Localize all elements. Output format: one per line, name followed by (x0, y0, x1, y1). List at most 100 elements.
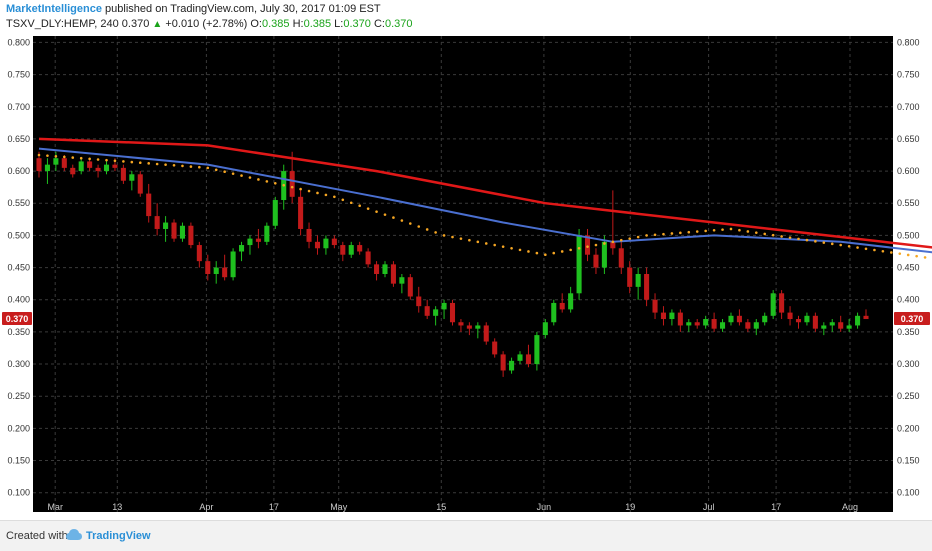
candle-body (424, 306, 430, 316)
dot-marker (890, 251, 893, 254)
dot-marker (122, 160, 125, 163)
candle-body (753, 322, 759, 329)
x-tick-label: Aug (842, 502, 858, 512)
dot-marker (341, 198, 345, 202)
dot-marker (425, 228, 429, 231)
candle-body (576, 235, 582, 294)
candle-body (787, 312, 793, 320)
dot-marker (459, 237, 463, 240)
dot-marker (273, 182, 277, 185)
y-tick-label-left: 0.200 (7, 423, 30, 433)
created-with-label: Created with (6, 530, 68, 542)
dot-marker (63, 155, 66, 159)
x-tick-label: 17 (269, 502, 279, 512)
dot-marker (518, 248, 522, 252)
x-tick-label: 17 (771, 502, 781, 512)
y-tick-label-left: 0.450 (7, 263, 30, 273)
candle-body (298, 196, 304, 229)
dot-marker (662, 232, 665, 236)
dot-marker (695, 230, 699, 233)
dot-marker (552, 251, 556, 255)
candle-body (677, 312, 683, 326)
y-tick-label-left: 0.600 (7, 166, 30, 176)
candle-body (382, 264, 388, 274)
dot-marker (738, 228, 741, 232)
price-chart[interactable]: 0.800 0.800 0.750 0.750 0.700 0.700 0.650 0.650… (0, 34, 932, 512)
dot-marker (915, 254, 918, 258)
dot-marker (712, 228, 716, 232)
candle-body (492, 341, 498, 355)
candle-body (390, 264, 396, 284)
candle-body (686, 322, 692, 326)
candle-body (146, 193, 152, 217)
dot-marker (611, 240, 615, 244)
dot-marker (670, 232, 674, 235)
dot-marker (79, 156, 83, 160)
y-tick-label-right: 0.500 (897, 230, 920, 240)
dot-marker (451, 235, 454, 239)
candle-body (407, 277, 413, 297)
candle-body (542, 322, 548, 336)
candle-body (171, 222, 177, 239)
dot-marker (746, 230, 750, 233)
candle-body (44, 164, 50, 172)
dot-marker (923, 256, 927, 259)
close-value: 0.370 (384, 18, 413, 30)
dot-marker (333, 195, 336, 199)
candle-body (163, 222, 169, 229)
candle-body (711, 319, 717, 329)
tradingview-brand[interactable]: TradingView (86, 530, 151, 542)
x-tick-label: May (330, 502, 348, 512)
candle-body (70, 167, 76, 175)
dot-marker (501, 245, 505, 248)
dot-marker (214, 168, 218, 172)
dot-marker (71, 156, 75, 159)
dot-marker (248, 176, 252, 179)
candle-body (196, 245, 202, 262)
candle-body (534, 335, 540, 365)
x-tick-label: Jun (537, 502, 552, 512)
candle-body (399, 277, 405, 284)
candle-body (78, 161, 84, 172)
candle-body (264, 225, 270, 242)
last-price: 0.370 (121, 18, 150, 30)
dot-marker (349, 201, 353, 205)
plot-background (33, 36, 893, 512)
dot-marker (383, 213, 387, 216)
y-tick-label-right: 0.150 (897, 456, 920, 466)
dot-marker (628, 237, 632, 240)
dot-marker (409, 222, 412, 225)
candle-body (652, 299, 658, 313)
dot-marker (164, 163, 167, 166)
dot-marker (704, 229, 707, 233)
y-tick-label-right: 0.700 (897, 102, 920, 112)
candle-body (416, 296, 422, 307)
publisher-link[interactable]: MarketIntelligence (6, 3, 102, 15)
candle-body (770, 293, 776, 316)
candle-body (272, 200, 278, 226)
y-tick-label-right: 0.300 (897, 359, 920, 369)
dot-marker (645, 234, 648, 237)
candle-body (357, 245, 363, 252)
up-arrow-icon: ▲ (152, 19, 163, 30)
dot-marker (181, 164, 184, 168)
candle-body (458, 322, 464, 326)
chart-area[interactable]: 0.800 0.800 0.750 0.750 0.700 0.700 0.650 0.650… (0, 34, 932, 512)
y-tick-label-left: 0.800 (7, 37, 30, 47)
y-tick-label-right: 0.100 (897, 488, 920, 498)
candle-body (728, 315, 734, 323)
candle-body (483, 325, 489, 342)
y-tick-label-left: 0.350 (7, 327, 30, 337)
dot-marker (569, 248, 572, 252)
y-tick-label-left: 0.400 (7, 295, 30, 305)
candle-body (120, 167, 126, 181)
dot-marker (299, 187, 302, 191)
candle-body (568, 293, 574, 310)
dot-marker (754, 231, 758, 234)
candle-body (466, 325, 472, 329)
candle-body (593, 254, 599, 268)
price-tag-left: 0.370 (6, 314, 29, 324)
candle-body (601, 241, 607, 268)
chart-header: MarketIntelligence published on TradingV… (0, 0, 932, 34)
dot-marker (814, 240, 817, 243)
